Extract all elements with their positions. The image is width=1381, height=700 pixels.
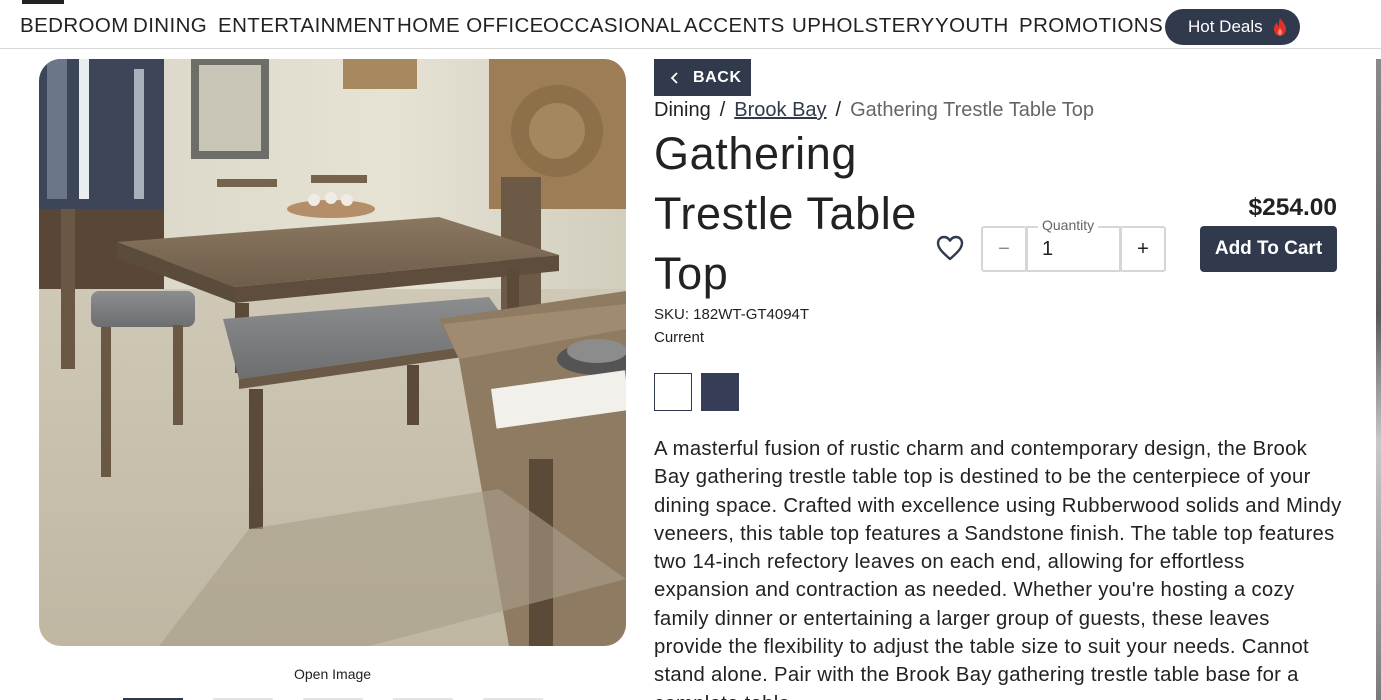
chevron-left-icon — [670, 71, 678, 84]
product-description: A masterful fusion of rustic charm and c… — [654, 438, 1342, 700]
adjacent-image-edge — [1376, 59, 1381, 700]
nav-item-occasional[interactable]: OCCASIONAL — [543, 14, 681, 38]
heart-icon[interactable] — [936, 235, 964, 261]
header-edge — [22, 0, 64, 4]
nav-item-youth[interactable]: YOUTH — [935, 14, 1009, 38]
back-button[interactable]: BACK — [654, 59, 751, 96]
nav-item-bedroom[interactable]: BEDROOM — [20, 14, 129, 38]
product-image[interactable] — [39, 59, 626, 646]
breadcrumb: Dining / Brook Bay / Gathering Trestle Table… — [654, 99, 1094, 122]
hot-deals-button[interactable]: Hot Deals — [1165, 9, 1300, 45]
nav-item-home-office[interactable]: HOME OFFICE — [397, 14, 544, 38]
add-to-cart-button[interactable]: Add To Cart — [1200, 226, 1337, 272]
nav-item-entertainment[interactable]: ENTERTAINMENT — [218, 14, 396, 38]
color-swatch-navy[interactable] — [701, 373, 739, 411]
product-price: $254.00 — [1248, 194, 1337, 221]
product-sku: SKU: 182WT-GT4094T — [654, 306, 810, 323]
product-title: Gathering Trestle Table Top — [654, 128, 917, 299]
nav-item-dining[interactable]: DINING — [133, 14, 207, 38]
nav-item-upholstery[interactable]: UPHOLSTERY — [792, 14, 935, 38]
product-status: Current — [654, 329, 705, 346]
dining-room-photo — [39, 59, 626, 646]
breadcrumb-separator: / — [719, 99, 726, 121]
breadcrumb-separator: / — [835, 99, 842, 121]
color-swatch-white[interactable] — [654, 373, 692, 411]
quantity-increment-button[interactable]: + — [1120, 226, 1166, 272]
open-image-link[interactable]: Open Image — [294, 666, 371, 682]
hot-deals-label: Hot Deals — [1188, 17, 1263, 36]
back-button-label: BACK — [693, 68, 742, 86]
nav-item-promotions[interactable]: PROMOTIONS — [1019, 14, 1163, 38]
breadcrumb-current: Gathering Trestle Table Top — [850, 99, 1094, 121]
flame-icon — [1273, 18, 1286, 36]
breadcrumb-collection-link[interactable]: Brook Bay — [734, 99, 826, 122]
quantity-input[interactable] — [1030, 230, 1116, 268]
nav-item-accents[interactable]: ACCENTS — [684, 14, 785, 38]
quantity-decrement-button[interactable]: − — [981, 226, 1027, 272]
top-navigation: BEDROOM DINING ENTERTAINMENT HOME OFFICE… — [0, 0, 1381, 49]
breadcrumb-root[interactable]: Dining — [654, 99, 711, 122]
